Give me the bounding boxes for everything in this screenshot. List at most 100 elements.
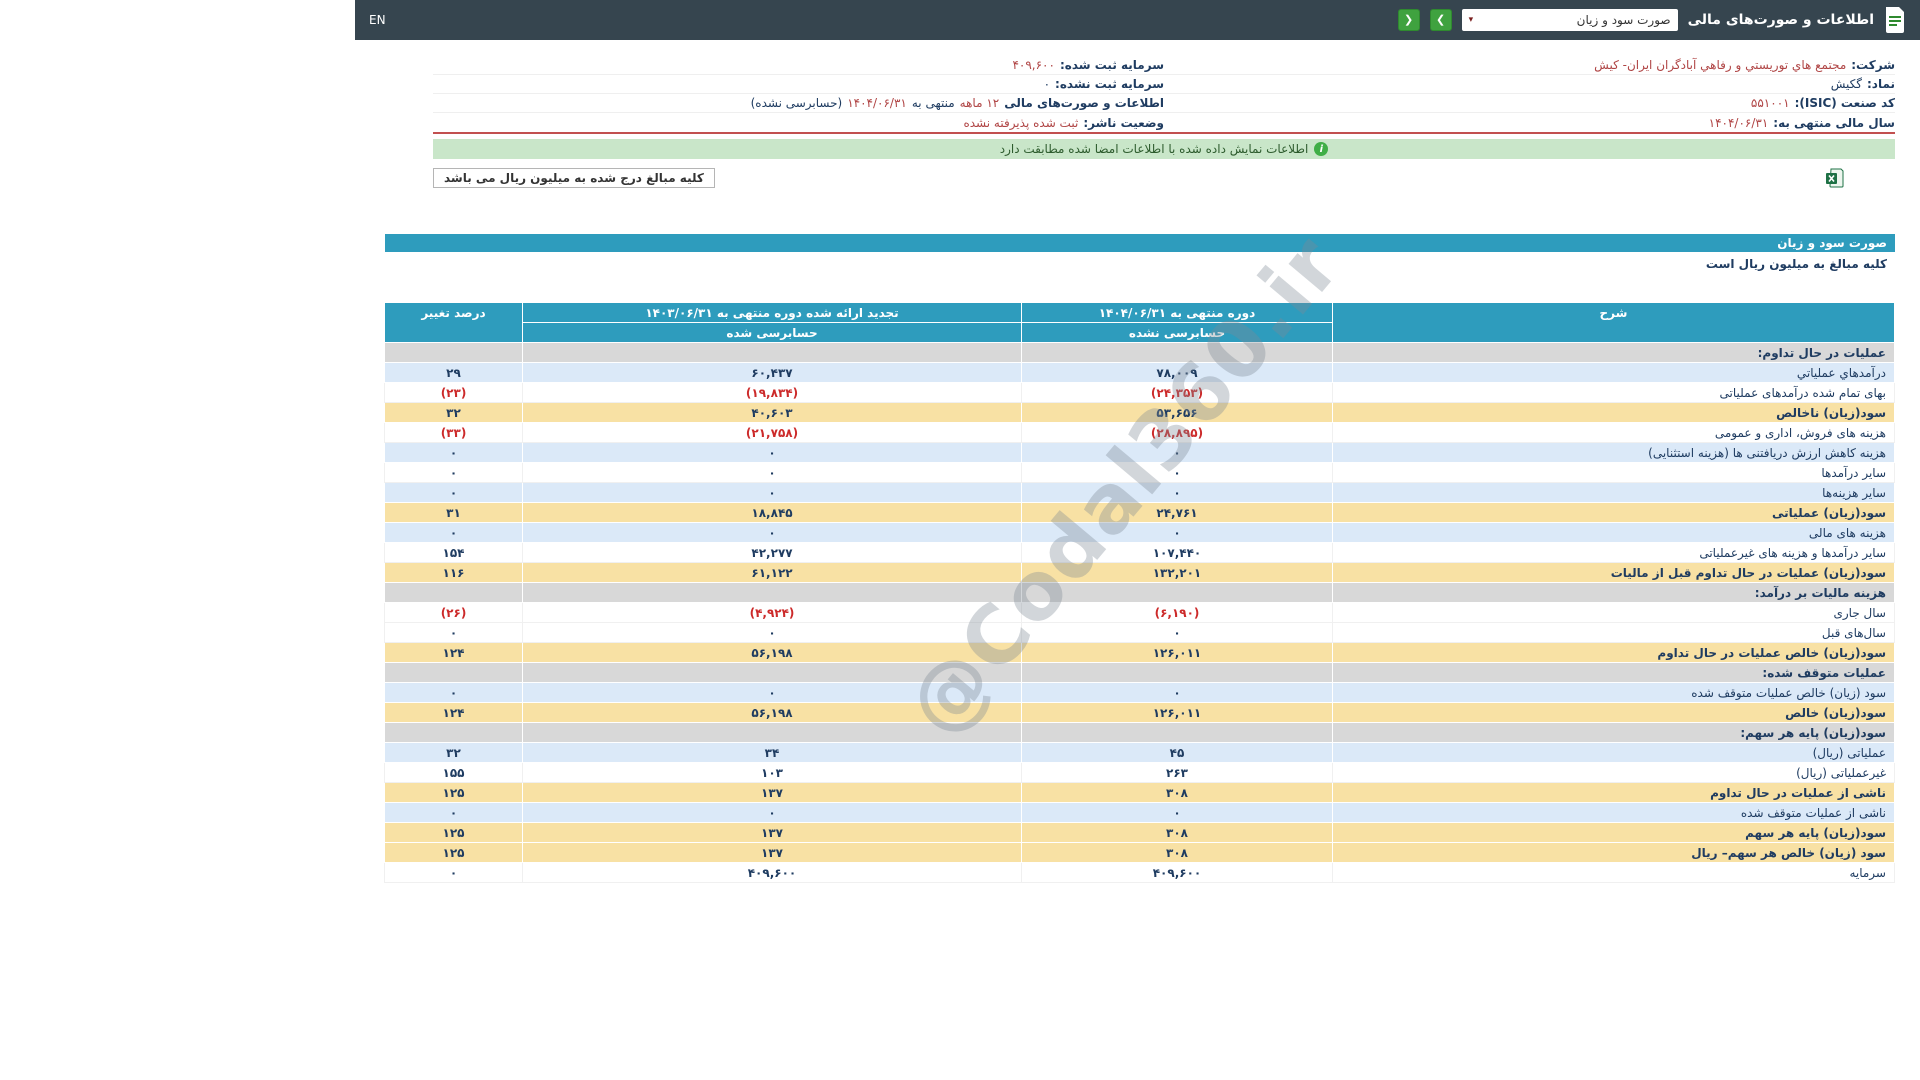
previous-value: ۰ (523, 463, 1022, 483)
row-label: سود(زیان) خالص عملیات در حال تداوم (1333, 643, 1895, 663)
current-value: ۰ (1022, 683, 1333, 703)
statement-subtitle-bar: کلیه مبالغ به میلیون ریال است (385, 252, 1895, 276)
header-current-period: دوره منتهی به ۱۴۰۴/۰۶/۳۱ (1022, 303, 1333, 323)
report-period-date: ۱۴۰۴/۰۶/۳۱ (847, 96, 907, 110)
company-info-panel: شرکت: مجتمع هاي توريستي و رفاهي آبادگران… (433, 56, 1895, 134)
previous-value: ۰ (523, 803, 1022, 823)
isic-row: کد صنعت (ISIC): ۵۵۱۰۰۱ (1164, 94, 1895, 113)
next-report-button[interactable]: ❯ (1430, 9, 1452, 31)
current-value: ۲۴,۷۶۱ (1022, 503, 1333, 523)
unit-note-row: کلیه مبالغ درج شده به میلیون ریال می باش… (433, 168, 1844, 188)
row-label: غیرعملیاتی (ریال) (1333, 763, 1895, 783)
current-value: ۴۵ (1022, 743, 1333, 763)
unregistered-capital-row: سرمايه ثبت نشده: ۰ (433, 75, 1164, 94)
row-label: سال جاری (1333, 603, 1895, 623)
statement-row: سود(زیان) خالص۱۲۶,۰۱۱۵۶,۱۹۸۱۲۴ (385, 703, 1895, 723)
current-value: ۰ (1022, 803, 1333, 823)
signed-info-text: اطلاعات نمایش داده شده با اطلاعات امضا ش… (1000, 142, 1309, 156)
row-label: هزینه مالیات بر درآمد: (1333, 583, 1895, 603)
current-value: ۰ (1022, 523, 1333, 543)
isic-value: ۵۵۱۰۰۱ (1751, 96, 1790, 110)
publisher-status-row: وضعيت ناشر: ثبت شده پذيرفته نشده (433, 113, 1164, 132)
change-percent: (۲۶) (385, 603, 523, 623)
section-row: عملیات در حال تداوم: (385, 343, 1895, 363)
change-percent: ۱۵۴ (385, 543, 523, 563)
change-percent (385, 723, 523, 743)
previous-value: ۰ (523, 443, 1022, 463)
statement-row: ناشی از عملیات در حال تداوم۳۰۸۱۳۷۱۲۵ (385, 783, 1895, 803)
page: اطلاعات و صورت‌های مالی صورت سود و زیان … (355, 0, 1920, 1080)
company-name-row: شرکت: مجتمع هاي توريستي و رفاهي آبادگران… (1164, 56, 1895, 75)
statement-row: هزینه کاهش ارزش دریافتنی ها (هزینه استثن… (385, 443, 1895, 463)
report-period-middle: منتهی به (912, 96, 955, 110)
header-previous-period: تجدید ارائه شده دوره منتهی به ۱۴۰۳/۰۶/۳۱ (523, 303, 1022, 323)
company-name-value: مجتمع هاي توريستي و رفاهي آبادگران ايران… (1594, 58, 1846, 72)
unregistered-capital-value: ۰ (1044, 77, 1050, 91)
page-title: اطلاعات و صورت‌های مالی (1688, 12, 1874, 28)
excel-export-icon[interactable] (1826, 168, 1844, 188)
current-value: (۲۴,۳۵۳) (1022, 383, 1333, 403)
previous-value (523, 583, 1022, 603)
previous-value: ۰ (523, 483, 1022, 503)
statement-row: سود (زیان) خالص هر سهم– ریال۳۰۸۱۳۷۱۲۵ (385, 843, 1895, 863)
statement-row: سال جاری(۶,۱۹۰)(۴,۹۲۴)(۲۶) (385, 603, 1895, 623)
section-row: سود(زیان) پایه هر سهم: (385, 723, 1895, 743)
row-label: بهای تمام شده درآمدهای عملیاتی (1333, 383, 1895, 403)
row-label: عملیات متوقف شده: (1333, 663, 1895, 683)
previous-value: (۲۱,۷۵۸) (523, 423, 1022, 443)
change-percent: ۰ (385, 803, 523, 823)
row-label: هزینه های فروش، اداری و عمومی (1333, 423, 1895, 443)
statement-row: سایر درآمدها و هزینه های غیرعملیاتی۱۰۷,۴… (385, 543, 1895, 563)
previous-value: ۱۳۷ (523, 783, 1022, 803)
row-label: درآمدهاي عملياتي (1333, 363, 1895, 383)
header-description: شرح (1333, 303, 1895, 343)
report-period-audit: (حسابرسی نشده) (751, 96, 843, 110)
change-percent: (۲۳) (385, 383, 523, 403)
previous-value: ۱۰۳ (523, 763, 1022, 783)
previous-value (523, 343, 1022, 363)
financial-report-icon (1884, 7, 1906, 33)
current-value: ۲۶۳ (1022, 763, 1333, 783)
publisher-status-label: وضعيت ناشر: (1083, 116, 1164, 130)
chevron-down-icon: ▾ (1469, 15, 1474, 25)
report-period-row: اطلاعات و صورت‌های مالی ۱۲ ماهه منتهی به… (433, 94, 1164, 113)
registered-capital-value: ۴۰۹,۶۰۰ (1012, 58, 1055, 72)
company-info-left-column: سرمايه ثبت شده: ۴۰۹,۶۰۰ سرمايه ثبت نشده:… (433, 56, 1164, 132)
previous-value: ۴۰۹,۶۰۰ (523, 863, 1022, 883)
row-label: سود(زیان) خالص (1333, 703, 1895, 723)
statement-row: سود(زیان) خالص عملیات در حال تداوم۱۲۶,۰۱… (385, 643, 1895, 663)
previous-value: ۱۸,۸۴۵ (523, 503, 1022, 523)
change-percent: ۳۲ (385, 403, 523, 423)
change-percent: ۰ (385, 683, 523, 703)
change-percent: ۰ (385, 443, 523, 463)
current-value: ۴۰۹,۶۰۰ (1022, 863, 1333, 883)
statement-row: سود(زیان) عملیات در حال تداوم قبل از مال… (385, 563, 1895, 583)
change-percent: ۱۲۵ (385, 843, 523, 863)
row-label: سود(زيان) عملياتی (1333, 503, 1895, 523)
report-type-select[interactable]: صورت سود و زیان ▾ (1462, 9, 1678, 31)
previous-value: ۴۰,۶۰۳ (523, 403, 1022, 423)
fiscal-year-row: سال مالی منتهی به: ۱۴۰۴/۰۶/۳۱ (1164, 113, 1895, 132)
fiscal-year-value: ۱۴۰۴/۰۶/۳۱ (1709, 116, 1769, 130)
previous-value: ۳۴ (523, 743, 1022, 763)
current-value: ۳۰۸ (1022, 783, 1333, 803)
statement-row: سرمایه۴۰۹,۶۰۰۴۰۹,۶۰۰۰ (385, 863, 1895, 883)
row-label: سود (زیان) خالص هر سهم– ریال (1333, 843, 1895, 863)
row-label: سرمایه (1333, 863, 1895, 883)
change-percent: ۰ (385, 483, 523, 503)
change-percent: ۰ (385, 463, 523, 483)
current-value: ۱۲۶,۰۱۱ (1022, 703, 1333, 723)
prev-report-button[interactable]: ❮ (1398, 9, 1420, 31)
row-label: سال‌های قبل (1333, 623, 1895, 643)
symbol-row: نماد: گکيش (1164, 75, 1895, 94)
change-percent: ۱۲۴ (385, 643, 523, 663)
current-value: ۰ (1022, 623, 1333, 643)
report-select-value: صورت سود و زیان (1577, 13, 1671, 27)
statement-row: سود(زيان) ناخالص۵۳,۶۵۶۴۰,۶۰۳۳۲ (385, 403, 1895, 423)
row-label: ناشی از عملیات در حال تداوم (1333, 783, 1895, 803)
current-value (1022, 343, 1333, 363)
language-toggle[interactable]: EN (369, 13, 386, 27)
change-percent (385, 343, 523, 363)
report-period-label: اطلاعات و صورت‌های مالی (1004, 96, 1164, 110)
current-value: ۰ (1022, 443, 1333, 463)
